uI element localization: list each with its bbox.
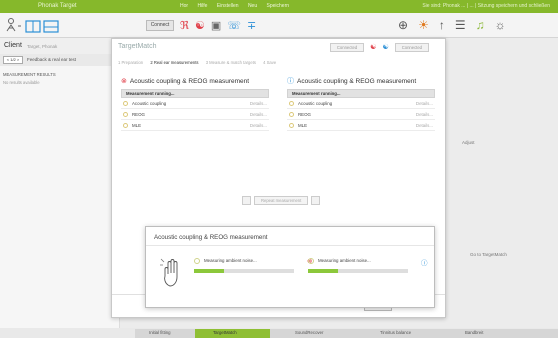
repeat-left-toggle[interactable] <box>242 196 251 205</box>
nav-feedback-label[interactable]: Feedback & real ear test <box>27 57 76 62</box>
right-running-status: Measurement running... <box>287 89 435 98</box>
dialog-title: TargetMatch <box>118 43 157 50</box>
menu-links: Hor Hilfe Einstellen Neu Speichern <box>180 3 297 9</box>
right-connected-button[interactable]: Connected <box>394 43 429 52</box>
hearing-aid-icon[interactable]: ☯ <box>195 18 205 34</box>
repeat-right-toggle[interactable] <box>311 196 321 205</box>
nav-row: < 1/2 > Feedback & real ear test <box>0 55 120 65</box>
menu-link[interactable]: Einstellen <box>217 3 239 9</box>
pending-icon <box>123 101 128 106</box>
adjust-label: Adjust <box>462 140 475 145</box>
spinner-icon <box>194 258 200 264</box>
list-item: Acoustic coupling Details... <box>121 98 269 109</box>
pending-icon <box>289 123 294 128</box>
tab-bandbreit[interactable]: Bandbreit <box>465 330 483 335</box>
details-link[interactable]: Details... <box>416 123 433 128</box>
right-device-icon: ☯ <box>382 44 389 51</box>
right-ear-column: ⓘ Acoustic coupling & REOG measurement M… <box>287 76 435 131</box>
pending-icon <box>289 101 294 106</box>
right-ear-icon: ⓘ <box>287 78 294 85</box>
quiet-hand-icon <box>160 258 178 287</box>
left-measurement-text: Measuring ambient noise... <box>204 258 257 263</box>
wizard-steps: 1 Preparation 2 Real ear measurements 3 … <box>118 60 282 65</box>
main-toolbar: Connect ℜ ☯ ▣ ☏ ∓ ⊕ ☀ ↑ ☰ ♫ ☼ <box>0 13 558 38</box>
measurement-progress-dialog: Acoustic coupling & REOG measurement Mea… <box>145 226 435 308</box>
right-heading: Acoustic coupling & REOG measurement <box>297 77 417 85</box>
pending-icon <box>123 123 128 128</box>
programs-icon[interactable]: ☼ <box>495 17 506 33</box>
left-device-icon: ☯ <box>370 44 377 51</box>
list-item: MLE Details... <box>121 120 269 131</box>
progress-dialog-title: Acoustic coupling & REOG measurement <box>154 234 268 241</box>
hearing-aids-icon[interactable] <box>6 15 66 37</box>
menu-link[interactable]: Hor <box>180 3 188 9</box>
app-title: Phonak Target <box>38 3 77 9</box>
left-progress-bar <box>194 269 294 273</box>
divider <box>146 245 434 246</box>
step-2[interactable]: 2 Real ear measurements <box>150 60 198 65</box>
step-4[interactable]: 4 Save <box>263 60 276 65</box>
target-icon[interactable]: ⊕ <box>398 17 408 33</box>
details-link[interactable]: Details... <box>416 112 433 117</box>
step-3[interactable]: 3 Measure & match targets <box>206 60 256 65</box>
ear-icon[interactable]: ☀ <box>418 17 429 33</box>
tab-targetmatch[interactable]: TargetMatch <box>213 330 237 335</box>
left-progress-fill <box>194 269 224 273</box>
client-header: Client Target, Phonak <box>0 38 120 54</box>
client-name[interactable]: Target, Phonak <box>27 44 57 49</box>
details-link[interactable]: Details... <box>416 101 433 106</box>
feedback-icon[interactable]: ♫ <box>476 17 485 33</box>
results-title: MEASUREMENT RESULTS <box>3 72 56 77</box>
mic-icon[interactable]: ↑ <box>439 17 445 33</box>
chip-icon[interactable]: ▣ <box>211 18 221 34</box>
left-panel: MEASUREMENT RESULTS No results available <box>0 66 120 328</box>
devices-icon[interactable]: ☏ <box>227 18 241 34</box>
menu-link[interactable]: Speichern <box>267 3 290 9</box>
left-running-status: Measurement running... <box>121 89 269 98</box>
menu-link[interactable]: Hilfe <box>197 3 207 9</box>
left-ear-icon: ⊗ <box>121 78 127 85</box>
list-item: MLE Details... <box>287 120 435 131</box>
session-info: Sie sind: Phonak ... | ... | Sitzung spe… <box>422 3 550 9</box>
list-item: REOG Details... <box>121 109 269 120</box>
right-ear-icon: ⓘ <box>421 260 428 267</box>
fitting-tool-icon[interactable]: ℜ <box>180 18 189 34</box>
repeat-measurement-button[interactable]: Repeat measurement <box>254 196 309 205</box>
connect-button[interactable]: Connect <box>146 20 174 31</box>
right-measurement-text: Measuring ambient noise... <box>318 258 371 263</box>
results-empty: No results available <box>3 80 40 85</box>
right-progress-bar <box>308 269 408 273</box>
spinner-icon <box>308 258 314 264</box>
pending-icon <box>289 112 294 117</box>
left-connected-button[interactable]: Connected <box>329 43 365 52</box>
details-link[interactable]: Details... <box>250 123 267 128</box>
equalizer-icon[interactable]: ☰ <box>455 17 466 33</box>
list-item: REOG Details... <box>287 109 435 120</box>
goto-targetmatch-label: Go to TargetMatch <box>470 252 507 257</box>
left-ear-column: ⊗ Acoustic coupling & REOG measurement M… <box>121 76 269 131</box>
list-item: Acoustic coupling Details... <box>287 98 435 109</box>
title-bar: Phonak Target Hor Hilfe Einstellen Neu S… <box>0 0 558 13</box>
tab-tinnitus-balance[interactable]: Tinnitus balance <box>380 330 411 335</box>
details-link[interactable]: Details... <box>250 112 267 117</box>
audiogram-icon[interactable]: ∓ <box>247 18 256 34</box>
right-progress-fill <box>308 269 338 273</box>
pending-icon <box>123 112 128 117</box>
tab-soundrecover[interactable]: SoundRecover <box>295 330 323 335</box>
page-navigator[interactable]: < 1/2 > <box>3 56 23 64</box>
tab-initial-fitting[interactable]: Initial fitting <box>149 330 171 335</box>
bottom-tabs: Initial fitting TargetMatch SoundRecover… <box>135 329 558 338</box>
left-heading: Acoustic coupling & REOG measurement <box>129 77 250 85</box>
menu-link[interactable]: Neu <box>248 3 257 9</box>
details-link[interactable]: Details... <box>250 101 267 106</box>
step-1[interactable]: 1 Preparation <box>118 60 143 65</box>
client-label: Client <box>4 42 22 49</box>
